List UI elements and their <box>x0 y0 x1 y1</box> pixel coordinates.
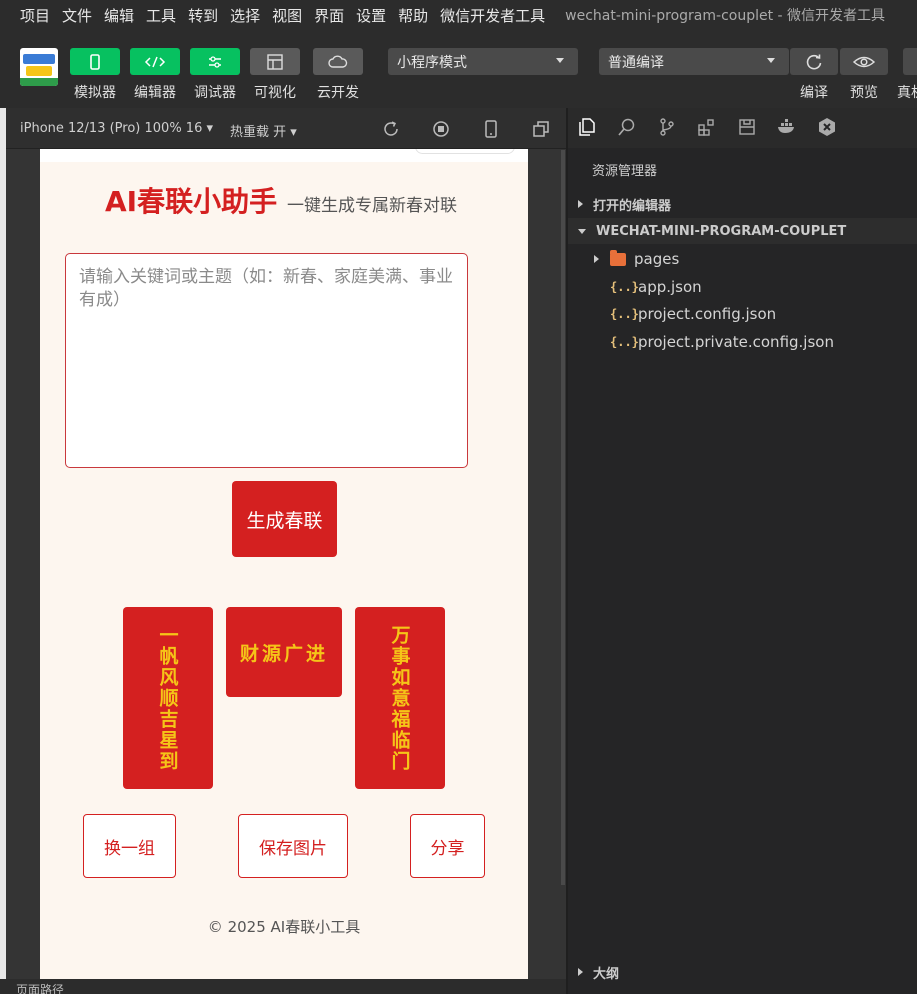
menu-file[interactable]: 文件 <box>56 5 98 26</box>
status-bar: 页面路径 <box>0 979 566 994</box>
keyword-input[interactable]: 请输入关键词或主题（如：新春、家庭美满、事业有成） <box>65 253 468 468</box>
couplet-right-scroll: 万事如意福临门 <box>355 607 445 789</box>
menu-select[interactable]: 选择 <box>224 5 266 26</box>
simulator-header: iPhone 12/13 (Pro) 100% 16 ▾ 热重载 开 ▾ <box>6 108 566 149</box>
real-device-label: 真机 <box>897 85 917 101</box>
menu-devtools[interactable]: 微信开发者工具 <box>434 5 551 26</box>
hot-reload-toggle[interactable]: 热重载 开 ▾ <box>230 121 297 140</box>
real-device-debug-button[interactable] <box>903 48 917 75</box>
storage-icon[interactable] <box>736 116 758 138</box>
app-title: AI春联小助手 <box>105 185 278 218</box>
menu-capsule[interactable] <box>415 149 515 154</box>
simulator-label: 模拟器 <box>74 85 116 101</box>
mode-select-value: 小程序模式 <box>397 54 467 71</box>
menu-goto[interactable]: 转到 <box>182 5 224 26</box>
tree-item-project-config[interactable]: {..} project.config.json <box>610 301 776 327</box>
tree-item-project-private-config[interactable]: {..} project.private.config.json <box>610 329 834 355</box>
open-editors-section[interactable]: 打开的编辑器 <box>568 191 917 217</box>
tree-item-label: app.json <box>638 278 702 296</box>
chevron-down-icon <box>556 58 564 63</box>
layout-icon <box>267 53 283 70</box>
tree-item-label: project.config.json <box>638 305 777 323</box>
tree-item-label: pages <box>634 250 680 268</box>
chevron-right-icon <box>578 200 583 208</box>
page-path-label[interactable]: 页面路径 <box>16 981 64 994</box>
activity-bar <box>568 108 917 148</box>
phone-screen: AI春联小助手 一键生成专属新春对联 请输入关键词或主题（如：新春、家庭美满、事… <box>40 149 528 979</box>
compile-mode-select[interactable]: 普通编译 <box>599 48 789 75</box>
menu-bar: 项目 文件 编辑 工具 转到 选择 视图 界面 设置 帮助 微信开发者工具 we… <box>0 0 917 30</box>
app-footer: © 2025 AI春联小工具 <box>207 918 361 936</box>
rotate-icon[interactable] <box>381 119 401 139</box>
project-section[interactable]: WECHAT-MINI-PROGRAM-COUPLET <box>568 218 917 244</box>
extensions-icon[interactable] <box>696 116 718 138</box>
files-icon[interactable] <box>576 116 598 138</box>
preview-button[interactable] <box>840 48 888 75</box>
couplet-left-scroll: 一帆风顺吉星到 <box>123 607 213 789</box>
menu-settings[interactable]: 设置 <box>350 5 392 26</box>
mobile-preview-icon[interactable] <box>481 119 501 139</box>
save-image-button[interactable]: 保存图片 <box>238 814 348 878</box>
device-select[interactable]: iPhone 12/13 (Pro) 100% 16 ▾ <box>20 121 213 136</box>
share-button[interactable]: 分享 <box>410 814 485 878</box>
change-couplet-button[interactable]: 换一组 <box>83 814 176 878</box>
keyword-input-placeholder: 请输入关键词或主题（如：新春、家庭美满、事业有成） <box>79 267 453 310</box>
cloud-label: 云开发 <box>317 85 359 101</box>
menu-edit[interactable]: 编辑 <box>98 5 140 26</box>
chevron-down-icon <box>767 58 775 63</box>
open-editors-label: 打开的编辑器 <box>593 198 672 214</box>
mode-select[interactable]: 小程序模式 <box>388 48 578 75</box>
menu-tools[interactable]: 工具 <box>140 5 182 26</box>
menu-project[interactable]: 项目 <box>0 5 56 26</box>
sliders-icon <box>209 55 221 68</box>
compile-mode-value: 普通编译 <box>608 54 664 71</box>
editor-toggle-button[interactable] <box>130 48 180 75</box>
window-title: wechat-mini-program-couplet - 微信开发者工具 <box>565 8 886 24</box>
project-logo[interactable] <box>20 48 58 86</box>
preview-label: 预览 <box>850 85 878 101</box>
eye-icon <box>853 56 875 67</box>
folder-icon <box>610 249 626 266</box>
plugin-icon[interactable] <box>816 116 838 138</box>
debugger-label: 调试器 <box>194 85 236 101</box>
editor-label: 编辑器 <box>134 85 176 101</box>
json-file-icon: {..} <box>610 307 639 321</box>
menu-interface[interactable]: 界面 <box>308 5 350 26</box>
explorer-panel: 资源管理器 打开的编辑器 WECHAT-MINI-PROGRAM-COUPLET… <box>568 108 917 994</box>
cloud-icon <box>328 55 348 68</box>
tree-item-app-json[interactable]: {..} app.json <box>610 274 702 300</box>
code-icon <box>144 56 166 67</box>
simulator-scrollbar[interactable] <box>561 150 565 885</box>
chevron-right-icon <box>578 968 583 976</box>
project-name: WECHAT-MINI-PROGRAM-COUPLET <box>596 223 847 239</box>
tree-item-label: project.private.config.json <box>638 333 834 351</box>
simulator-toggle-button[interactable] <box>70 48 120 75</box>
outline-label: 大纲 <box>593 966 620 982</box>
detach-window-icon[interactable] <box>531 119 551 139</box>
explorer-title: 资源管理器 <box>592 164 658 179</box>
visual-toggle-button[interactable] <box>250 48 300 75</box>
couplet-horizontal-scroll: 财源广进 <box>226 607 342 697</box>
debugger-toggle-button[interactable] <box>190 48 240 75</box>
source-control-icon[interactable] <box>656 116 678 138</box>
visual-label: 可视化 <box>254 85 296 101</box>
search-icon[interactable] <box>616 116 638 138</box>
chevron-down-icon <box>578 228 586 234</box>
app-subtitle: 一键生成专属新春对联 <box>287 196 457 216</box>
tree-item-pages[interactable]: pages <box>594 246 679 272</box>
menu-view[interactable]: 视图 <box>266 5 308 26</box>
phone-icon <box>90 53 100 70</box>
generate-couplet-button[interactable]: 生成春联 <box>232 481 337 557</box>
compile-button[interactable] <box>790 48 838 75</box>
outline-section[interactable]: 大纲 <box>568 959 917 985</box>
toolbar: 模拟器 编辑器 调试器 可视化 云开发 小程序模式 普通编译 编译 预览 真机 <box>0 30 917 108</box>
menu-help[interactable]: 帮助 <box>392 5 434 26</box>
chevron-right-icon <box>594 255 599 263</box>
refresh-icon <box>806 54 822 69</box>
docker-icon[interactable] <box>776 116 798 138</box>
stop-icon[interactable] <box>431 119 451 139</box>
cloud-toggle-button[interactable] <box>313 48 363 75</box>
json-file-icon: {..} <box>610 280 639 294</box>
json-file-icon: {..} <box>610 335 639 349</box>
